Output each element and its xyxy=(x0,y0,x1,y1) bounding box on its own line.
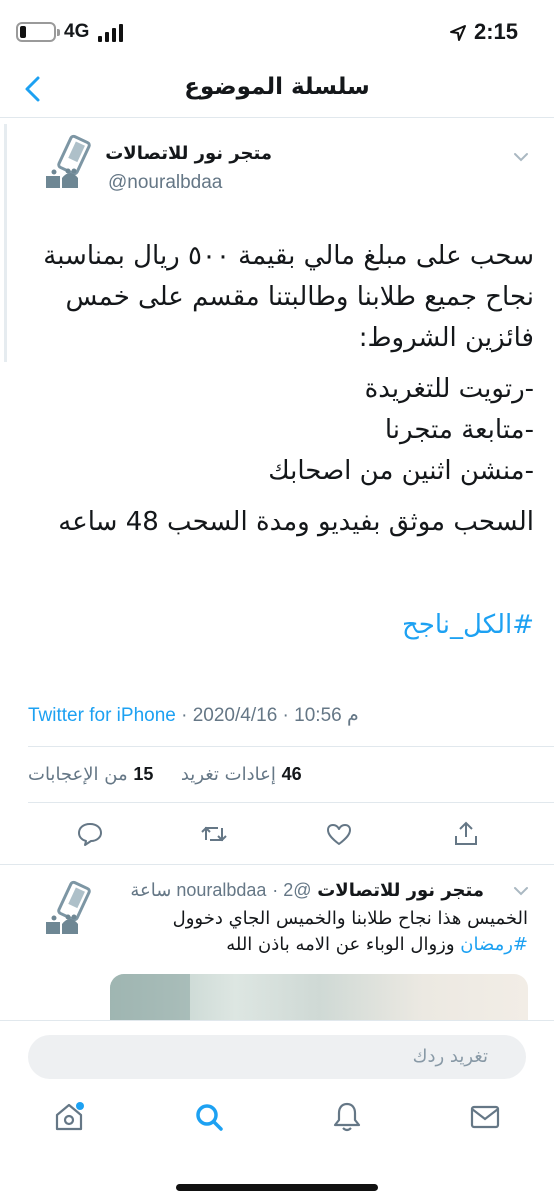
retweet-icon[interactable] xyxy=(200,820,228,848)
hashtag-link[interactable]: #رمضان xyxy=(460,934,528,955)
tweet-line: -منشن اثنين من اصحابك xyxy=(268,456,534,486)
reply-line-rest: وزوال الوباء عن الامه باذن الله xyxy=(226,934,461,955)
avatar[interactable] xyxy=(36,132,102,198)
nav-bar: سلسلة الموضوع xyxy=(0,62,554,118)
notification-dot xyxy=(76,1102,84,1110)
tweet-line: فائزين الشروط: xyxy=(358,323,534,353)
signal-icon xyxy=(98,24,124,42)
tweet-time: 10:56 م xyxy=(294,705,359,726)
reply-input[interactable]: تغريد ردك xyxy=(28,1035,526,1079)
network-type: 4G xyxy=(64,21,90,42)
reply-header: متجر نور للاتصالات @nouralbdaa · 2 ساعة xyxy=(130,880,484,901)
chevron-down-icon[interactable] xyxy=(512,150,530,164)
tweet-text: سحب على مبلغ مالي بقيمة ٥٠٠ ريال بمناسبة… xyxy=(24,236,534,543)
comment-icon[interactable] xyxy=(76,820,104,848)
compose-area: تغريد ردك xyxy=(0,1020,554,1080)
avatar[interactable] xyxy=(36,878,102,944)
tab-bar xyxy=(0,1090,554,1200)
likes-label: من الإعجابات xyxy=(28,764,128,785)
retweets-count: 46 xyxy=(281,764,302,784)
status-bar: 4G 2:15 xyxy=(0,0,554,62)
tweet-source[interactable]: Twitter for iPhone xyxy=(28,705,176,726)
battery-icon xyxy=(16,22,60,42)
thread-line xyxy=(4,124,7,362)
divider xyxy=(28,802,554,803)
likes-stat[interactable]: 15 من الإعجابات xyxy=(28,764,153,785)
search-icon[interactable] xyxy=(192,1100,226,1134)
reply-image[interactable] xyxy=(110,974,528,1024)
bell-icon[interactable] xyxy=(330,1100,364,1134)
author-name[interactable]: متجر نور للاتصالات xyxy=(317,880,484,901)
mail-icon[interactable] xyxy=(468,1100,502,1134)
reply-text: الخميس هذا نجاح طلابنا والخميس الجاي دخو… xyxy=(104,906,528,958)
heart-icon[interactable] xyxy=(325,820,353,848)
tweet-line: -متابعة متجرنا xyxy=(384,415,534,445)
retweets-label: إعادات تغريد xyxy=(180,764,276,785)
hashtag-link[interactable]: #الكل_ناجح xyxy=(402,610,534,640)
author-name[interactable]: متجر نور للاتصالات xyxy=(105,143,272,164)
retweets-stat[interactable]: 46 إعادات تغريد xyxy=(175,764,302,785)
status-time: 2:15 xyxy=(474,19,519,44)
divider xyxy=(28,746,554,747)
chevron-down-icon[interactable] xyxy=(512,884,530,898)
tweet-line: السحب موثق بفيديو ومدة السحب 48 ساعه xyxy=(58,507,534,537)
page-title: سلسلة الموضوع xyxy=(184,74,370,100)
likes-count: 15 xyxy=(133,764,154,784)
tweet-stats: 46 إعادات تغريد 15 من الإعجابات xyxy=(28,764,302,785)
divider xyxy=(0,864,554,865)
tweet-meta: Twitter for iPhone · 2020/4/16 · 10:56 م xyxy=(28,705,359,726)
reply-line: الخميس هذا نجاح طلابنا والخميس الجاي دخو… xyxy=(172,908,528,929)
tweet-actions xyxy=(0,812,554,858)
share-icon[interactable] xyxy=(452,820,480,848)
tweet-line: -رتويت للتغريدة xyxy=(364,374,534,404)
tweet-line: سحب على مبلغ مالي بقيمة ٥٠٠ ريال بمناسبة xyxy=(43,241,534,271)
tweet-date: 2020/4/16 xyxy=(192,705,278,726)
location-arrow-icon xyxy=(450,25,466,41)
home-indicator xyxy=(176,1184,378,1191)
author-handle[interactable]: @nouralbdaa xyxy=(108,172,222,194)
tweet-line: نجاح جميع طلابنا وطالبتنا مقسم على خمس xyxy=(65,282,534,312)
reply-line: #رمضان وزوال الوباء عن الامه باذن الله xyxy=(104,932,528,958)
